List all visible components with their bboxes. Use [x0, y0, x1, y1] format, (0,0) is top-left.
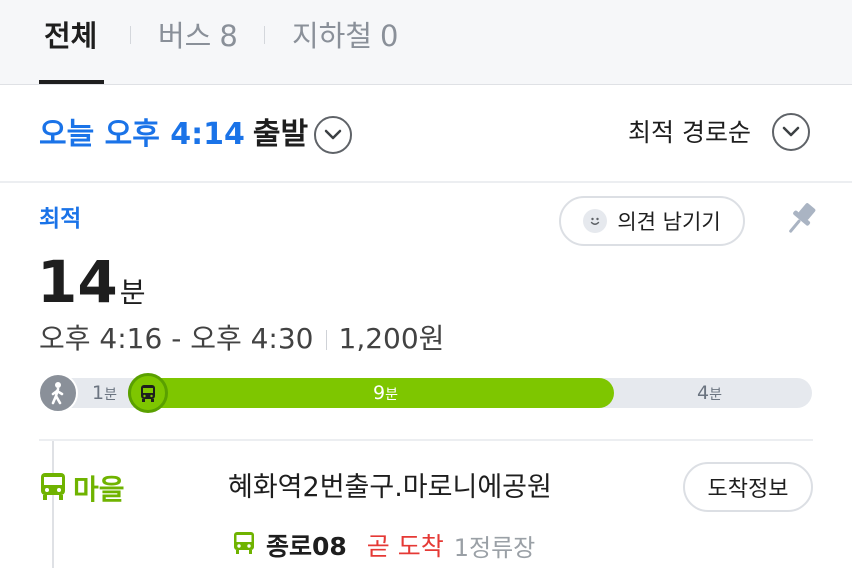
tab-all[interactable]: 전체 [44, 18, 97, 54]
sort-dropdown-button[interactable] [772, 113, 810, 151]
tab-bus-count: 8 [219, 19, 238, 53]
bus-segment-label: 9분 [373, 380, 398, 408]
feedback-label: 의견 남기기 [617, 210, 721, 234]
duration-value: 14 [37, 248, 118, 316]
ride-type: 마을 [39, 468, 125, 508]
stops-away: 1정류장 [453, 533, 536, 562]
tab-all-label: 전체 [44, 19, 98, 53]
tab-bus[interactable]: 버스 8 [158, 18, 238, 54]
segment-unit: 분 [709, 387, 722, 403]
walk-icon [38, 373, 78, 413]
walk-segment-label: 1분 [92, 380, 117, 408]
arrival-info-button[interactable]: 도착정보 [683, 462, 813, 512]
bus-line-info[interactable]: 종로08 곧 도착 1정류장 [232, 527, 535, 563]
best-route-badge: 최적 [39, 206, 82, 232]
bus-icon [232, 530, 256, 560]
tab-subway-count: 0 [380, 19, 399, 53]
tab-bar [0, 0, 852, 85]
section-divider [0, 181, 852, 183]
pin-icon[interactable] [780, 198, 820, 242]
walk-segment-label: 4분 [697, 380, 722, 408]
active-tab-indicator [39, 80, 104, 84]
ride-type-label: 마을 [73, 473, 125, 506]
chevron-down-icon [324, 129, 342, 140]
chevron-down-icon [782, 126, 800, 137]
stop-name[interactable]: 혜화역2번출구.마로니에공원 [228, 470, 552, 506]
route-duration: 14분 [37, 248, 145, 316]
departure-word: 출발 [252, 117, 309, 152]
tab-separator [264, 26, 265, 44]
fare: 1,200원 [338, 322, 445, 355]
feedback-button[interactable]: 의견 남기기 [559, 196, 745, 246]
segment-unit: 분 [104, 387, 117, 403]
segment-minutes: 9 [373, 382, 386, 404]
arrival-status: 곧 도착 [366, 532, 444, 561]
times-separator [325, 330, 327, 350]
departure-time-selector[interactable]: 오늘 오후 4:14 출발 [39, 115, 308, 155]
bus-icon [39, 471, 67, 505]
tab-bus-label: 버스 [158, 19, 212, 53]
segment-minutes: 1 [92, 382, 105, 404]
bus-icon [128, 373, 168, 413]
segment-minutes: 4 [697, 382, 710, 404]
duration-unit: 분 [119, 276, 146, 309]
segment-unit: 분 [385, 387, 398, 403]
route-times: 오후 4:16 - 오후 4:30 1,200원 [39, 320, 444, 358]
smile-icon [583, 209, 608, 233]
tab-subway-label: 지하철 [292, 19, 373, 53]
sort-option[interactable]: 최적 경로순 [628, 116, 751, 150]
tab-subway[interactable]: 지하철 0 [292, 18, 399, 54]
departure-dropdown-button[interactable] [314, 116, 352, 154]
time-range: 오후 4:16 - 오후 4:30 [39, 322, 314, 355]
timeline-bus-segment [128, 378, 614, 408]
bus-number: 종로08 [266, 532, 347, 561]
section-divider [39, 439, 813, 441]
tab-separator [130, 26, 131, 44]
departure-time: 오늘 오후 4:14 [39, 117, 245, 152]
